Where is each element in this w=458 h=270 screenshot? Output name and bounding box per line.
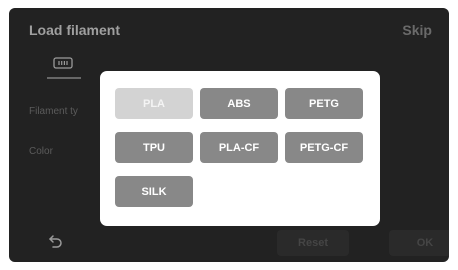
- option-petg-cf[interactable]: PETG-CF: [285, 132, 363, 163]
- option-silk[interactable]: SILK: [115, 176, 193, 207]
- printer-screen: Load filament Skip Filament ty Color Res…: [9, 8, 449, 262]
- option-tpu[interactable]: TPU: [115, 132, 193, 163]
- option-pla[interactable]: PLA: [115, 88, 193, 119]
- option-pla-cf[interactable]: PLA-CF: [200, 132, 278, 163]
- option-abs[interactable]: ABS: [200, 88, 278, 119]
- option-petg[interactable]: PETG: [285, 88, 363, 119]
- filament-type-dialog: PLA ABS PETG TPU PLA-CF PETG-CF SILK: [100, 71, 380, 226]
